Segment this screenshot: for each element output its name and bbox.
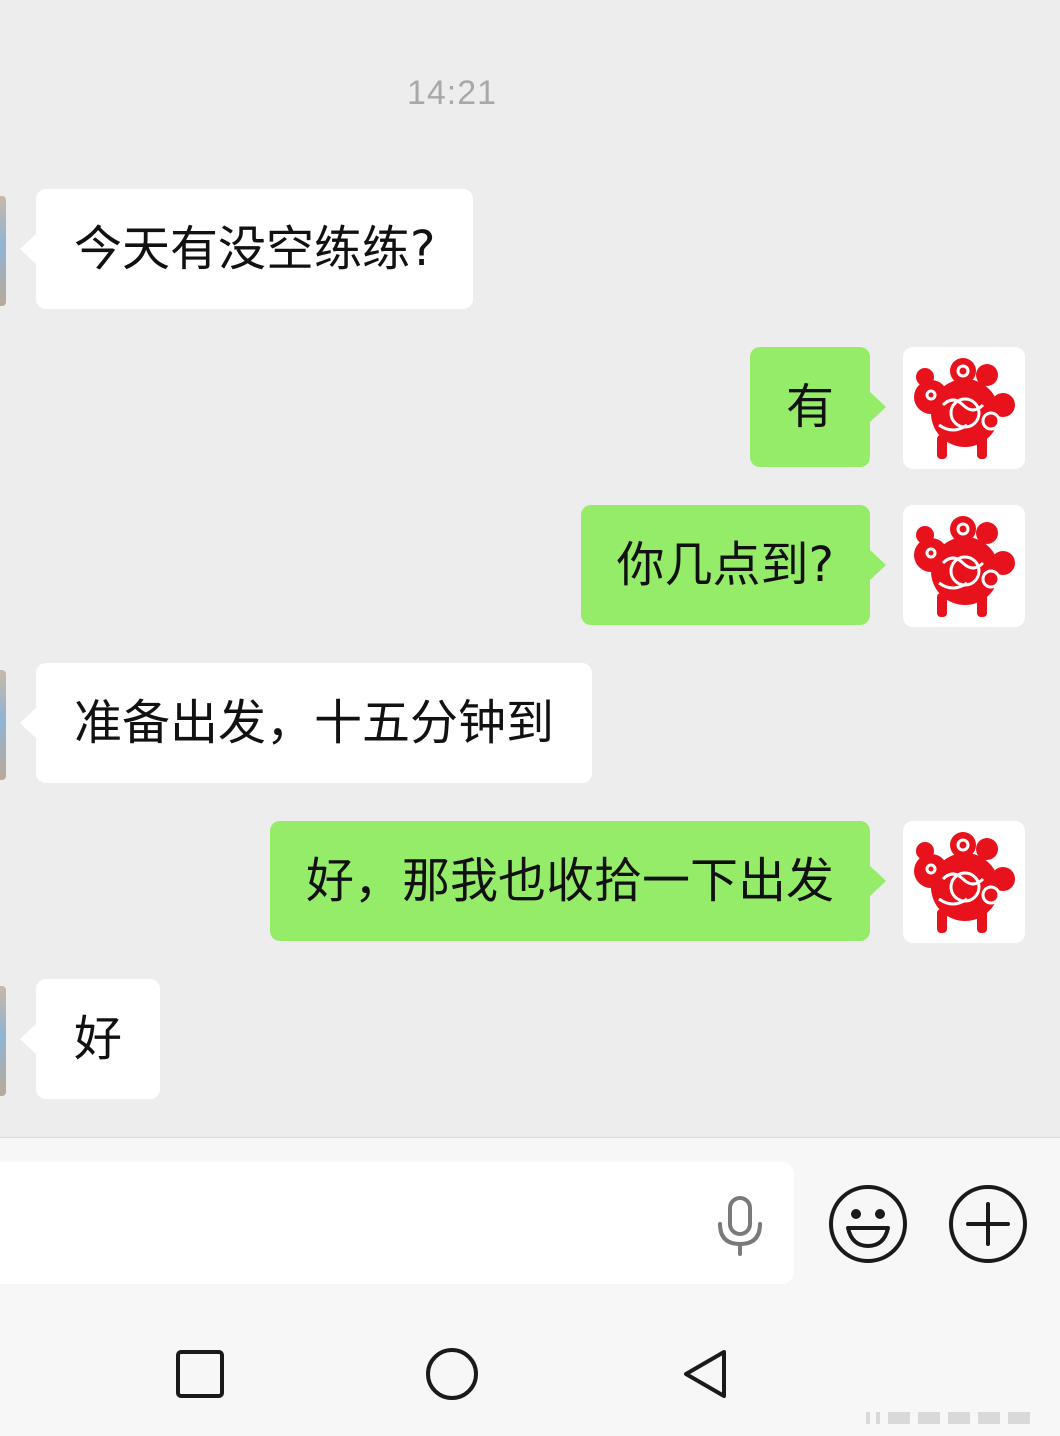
- chat-input-bar: [0, 1137, 1060, 1300]
- emoji-icon[interactable]: [828, 1184, 908, 1264]
- incoming-message-bubble[interactable]: 好: [19, 979, 161, 1099]
- message-timestamp: 14:21: [406, 74, 498, 112]
- outgoing-message-bubble[interactable]: 好，那我也收拾一下出发: [269, 821, 887, 941]
- papercut-ox-avatar-icon: [914, 832, 1015, 933]
- peer-avatar[interactable]: [0, 986, 6, 1096]
- microphone-icon[interactable]: [714, 1196, 766, 1256]
- incoming-message-bubble[interactable]: 准备出发，十五分钟到: [19, 663, 593, 783]
- outgoing-message-bubble[interactable]: 你几点到?: [580, 505, 887, 625]
- message-input[interactable]: [0, 1162, 794, 1284]
- system-navigation-bar: [0, 1300, 1060, 1436]
- peer-avatar[interactable]: [0, 196, 6, 306]
- my-avatar[interactable]: [903, 821, 1025, 943]
- back-icon[interactable]: [676, 1344, 736, 1404]
- plus-icon[interactable]: [948, 1184, 1028, 1264]
- peer-avatar[interactable]: [0, 670, 6, 780]
- chat-area: 14:21 今天有没空练练? 有 你几点到? 准备出发，十五分钟到 好，那我也收…: [0, 0, 1060, 1137]
- my-avatar[interactable]: [903, 347, 1025, 469]
- papercut-ox-avatar-icon: [914, 358, 1015, 459]
- incoming-message-bubble[interactable]: 今天有没空练练?: [19, 189, 474, 309]
- home-icon[interactable]: [422, 1344, 482, 1404]
- watermark-mark-icon: [866, 1412, 1030, 1424]
- recent-apps-icon[interactable]: [170, 1344, 230, 1404]
- my-avatar[interactable]: [903, 505, 1025, 627]
- papercut-ox-avatar-icon: [914, 516, 1015, 617]
- outgoing-message-bubble[interactable]: 有: [749, 347, 887, 467]
